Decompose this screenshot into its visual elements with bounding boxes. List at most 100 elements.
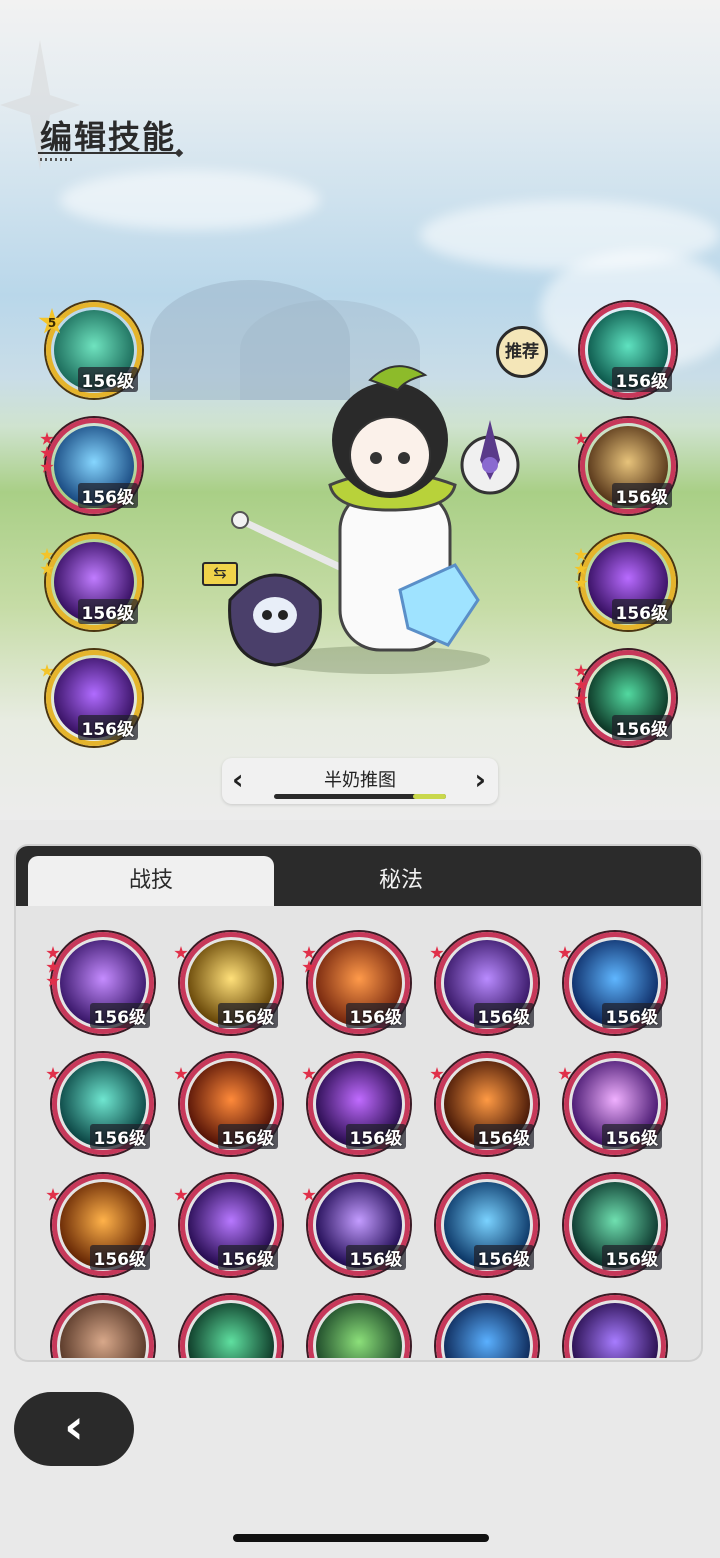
skill-level: 156级	[217, 1124, 278, 1149]
skill-level: 156级	[601, 1003, 662, 1028]
skill-icon[interactable]: 156级	[302, 1053, 410, 1155]
preset-name: 半奶推图	[324, 770, 396, 791]
skill-level: 156级	[345, 1245, 406, 1270]
star-rank	[174, 1188, 188, 1202]
star-rank	[574, 664, 588, 706]
skill-icon[interactable]: 156级	[430, 932, 538, 1034]
star-icon	[302, 946, 316, 959]
skill-icon[interactable]: 156级	[40, 418, 142, 514]
star-icon	[46, 1188, 60, 1201]
skill-level: 156级	[77, 715, 138, 740]
skill-icon[interactable]	[180, 1295, 282, 1358]
skill-level: 156级	[89, 1245, 150, 1270]
star-icon	[46, 946, 60, 959]
skill-icon[interactable]	[564, 1295, 666, 1358]
preset-selector: ‹ 半奶推图 ›	[222, 758, 498, 804]
skill-level: 156级	[217, 1003, 278, 1028]
star-rank	[174, 1067, 188, 1081]
recommend-button[interactable]: 推荐	[496, 326, 548, 378]
tab-bar: 战技 秘法	[16, 846, 701, 906]
skill-icon[interactable]: 156级	[46, 1053, 154, 1155]
star-icon	[574, 432, 588, 445]
skill-icon[interactable]: 156级 5	[38, 302, 142, 398]
star-icon	[574, 548, 588, 561]
back-button[interactable]: ‹	[14, 1392, 134, 1466]
star-icon	[574, 678, 588, 691]
skill-level: 156级	[77, 599, 138, 624]
skill-icon[interactable]: 156级	[302, 1174, 410, 1276]
tab-combat-skills[interactable]: 战技	[28, 856, 274, 906]
skill-icon[interactable]: 156级	[302, 932, 410, 1034]
star-icon	[574, 576, 588, 589]
star-icon	[40, 446, 54, 459]
skill-level: 156级	[611, 483, 672, 508]
star-rank	[302, 1067, 316, 1081]
skill-icon[interactable]	[52, 1295, 154, 1358]
star-rank	[46, 946, 60, 988]
skill-icon[interactable]: 156级	[46, 1174, 154, 1276]
skill-icon[interactable]: 156级	[558, 1053, 666, 1155]
star-icon	[302, 1188, 316, 1201]
skill-level: 156级	[611, 367, 672, 392]
skill-icon[interactable]: 156级	[40, 534, 142, 630]
skill-icon[interactable]	[308, 1295, 410, 1358]
preset-progress-bar	[274, 794, 446, 799]
star-icon	[174, 946, 188, 959]
skill-library-panel: 战技 秘法 156级 156级 156级 156级 156级 156级 156级 156级 15…	[16, 846, 701, 1360]
skill-icon[interactable]: 156级	[174, 1053, 282, 1155]
skill-level: 156级	[345, 1003, 406, 1028]
skill-level: 156级	[217, 1245, 278, 1270]
star-icon	[430, 1067, 444, 1080]
skill-icon[interactable]: 156级	[40, 650, 142, 746]
star-rank	[40, 664, 54, 678]
skill-icon[interactable]	[436, 1295, 538, 1358]
star-icon	[174, 1067, 188, 1080]
skill-icon[interactable]: 156级	[574, 650, 676, 746]
skill-icon[interactable]: 156级	[574, 534, 676, 630]
star-rank	[40, 432, 54, 474]
star-rank	[40, 548, 54, 576]
skill-grid[interactable]: 156级 156级 156级 156级 156级 156级 156级 156级 156级 156级…	[16, 908, 701, 1358]
skill-level: 156级	[77, 483, 138, 508]
star-icon	[558, 1067, 572, 1080]
star-icon	[574, 562, 588, 575]
swap-pet-button[interactable]: ⇆	[202, 562, 238, 586]
skill-level: 156级	[89, 1003, 150, 1028]
star-rank	[574, 432, 588, 446]
skill-icon[interactable]: 156级	[580, 302, 676, 398]
star-icon	[40, 562, 54, 575]
skill-level: 156级	[611, 715, 672, 740]
home-indicator	[233, 1534, 489, 1542]
star-icon	[574, 664, 588, 677]
skill-icon[interactable]: 156级	[46, 932, 154, 1034]
skill-level: 156级	[611, 599, 672, 624]
title-underline-tip	[174, 148, 184, 158]
star-icon	[302, 1067, 316, 1080]
star-rank	[302, 1188, 316, 1202]
skill-icon[interactable]: 156级	[564, 1174, 666, 1276]
skill-icon[interactable]: 156级	[174, 1174, 282, 1276]
skill-icon[interactable]: 156级	[558, 932, 666, 1034]
skill-level: 156级	[77, 367, 138, 392]
cloud	[60, 170, 320, 230]
star-icon	[40, 460, 54, 473]
skill-icon[interactable]: 156级	[174, 932, 282, 1034]
preset-progress-fill	[413, 794, 446, 799]
star-icon	[174, 1188, 188, 1201]
skill-icon[interactable]: 156级	[430, 1053, 538, 1155]
star-rank	[46, 1188, 60, 1202]
star-rank	[558, 946, 572, 960]
skill-level: 156级	[601, 1124, 662, 1149]
star-icon	[302, 960, 316, 973]
preset-next-arrow-icon[interactable]: ›	[474, 764, 486, 796]
star-icon	[558, 946, 572, 959]
star-rank	[430, 1067, 444, 1081]
skill-level: 156级	[473, 1003, 534, 1028]
skill-icon[interactable]: 156级	[436, 1174, 538, 1276]
character-sprite	[228, 365, 520, 674]
star-icon	[574, 692, 588, 705]
skill-icon[interactable]: 156级	[574, 418, 676, 514]
skill-level: 156级	[601, 1245, 662, 1270]
title-dots	[40, 158, 72, 161]
tab-secret-arts[interactable]: 秘法	[276, 856, 526, 906]
